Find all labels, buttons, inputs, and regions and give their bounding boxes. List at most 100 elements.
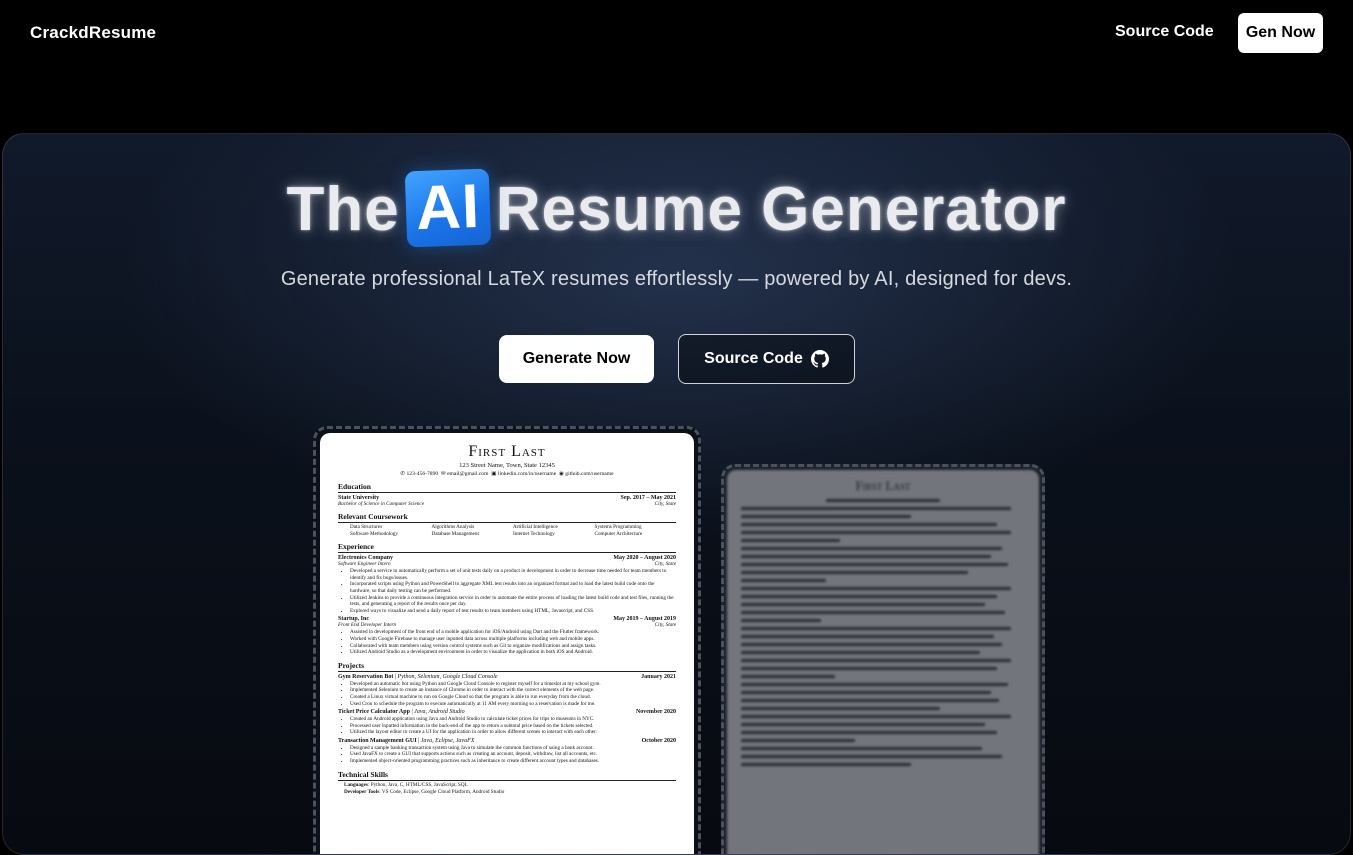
course-item: Systems Programming	[594, 524, 642, 530]
ghost-line	[741, 523, 997, 526]
resume-phone: 123-456-7890	[406, 471, 439, 477]
course-item: Artificial Intelligence	[513, 524, 558, 530]
coursework-grid: Data Structures Algorithms Analysis Arti…	[338, 524, 676, 537]
resume-paper: First Last 123 Street Name, Town, State …	[320, 433, 694, 854]
ghost-line	[741, 675, 835, 678]
bullet: Incorporated scripts using Python and Po…	[350, 581, 676, 594]
job-location: City, State	[654, 561, 676, 568]
ghost-line	[741, 763, 912, 766]
skills-value: Python, Java, C, HTML/CSS, JavaScript, S…	[370, 781, 468, 788]
resume-contact: ✆ 123-456-7890 ✉ email@gmail.com ▣ linke…	[338, 471, 676, 477]
degree: Bachelor of Science in Computer Science	[338, 501, 424, 507]
ghost-line	[741, 515, 912, 518]
ghost-line	[741, 531, 1011, 534]
ghost-line	[741, 747, 983, 750]
course-item: Data Structures	[350, 524, 383, 530]
github-icon	[810, 350, 829, 368]
education-heading: Education	[338, 482, 676, 493]
ghost-line	[741, 619, 821, 622]
bullet: Worked with Google Firebase to manage us…	[350, 636, 676, 643]
project-row: Gym Reservation Bot | Python, Selenium, …	[338, 673, 676, 680]
course-item: Algorithms Analysis	[431, 524, 475, 530]
ghost-line	[741, 627, 1011, 630]
project-date: October 2020	[641, 737, 676, 744]
bullet: Utilized the layout editor to create a U…	[350, 729, 676, 736]
course-item: Internet Technology	[513, 530, 555, 537]
nav-source-code-link[interactable]: Source Code	[1115, 23, 1214, 41]
bullet: Implemented object-oriented programming …	[350, 758, 676, 765]
project-date: January 2021	[641, 673, 676, 680]
project-tech: Java, Android Studio	[414, 709, 465, 716]
job-location: City, State	[654, 622, 676, 629]
resume-linkedin: linkedin.com/in/username	[497, 471, 557, 477]
ghost-line	[741, 539, 841, 542]
education-location: City, State	[654, 501, 676, 507]
github-small-icon: ◉	[559, 471, 564, 477]
hero-panel: The AI Resume Generator Generate professio…	[2, 133, 1351, 855]
resume-email: email@gmail.com	[447, 471, 489, 477]
ghost-line	[741, 603, 986, 606]
job-bullets: Assisted in development of the front end…	[338, 629, 676, 655]
skills-languages: Languages: Python, Java, C, HTML/CSS, Ja…	[344, 781, 468, 788]
project-name: Gym Reservation Bot	[338, 673, 394, 680]
bullet: Collaborated with team members using ver…	[350, 643, 676, 650]
coursework-heading: Relevant Coursework	[338, 512, 676, 523]
nav-gen-now-button[interactable]: Gen Now	[1238, 13, 1323, 53]
skills-tools: Developer Tools: VS Code, Eclipse, Googl…	[344, 789, 505, 796]
ghost-line	[826, 499, 940, 502]
resume-ghost-paper: First Last	[727, 470, 1039, 854]
phone-icon: ✆	[400, 471, 406, 477]
project-row: Transaction Management GUI | Java, Eclip…	[338, 737, 676, 744]
job-sub: Software Engineer Intern City, State	[338, 561, 676, 567]
bullet: Assisted in development of the front end…	[350, 629, 676, 636]
bullet: Utilized Android Studio as a development…	[350, 649, 676, 656]
ghost-line	[741, 563, 1008, 566]
ghost-line	[741, 547, 1003, 550]
resume-address: 123 Street Name, Town, State 12345	[459, 462, 555, 469]
ghost-line	[741, 739, 855, 742]
ghost-line	[741, 707, 940, 710]
ghost-line	[741, 507, 1011, 510]
project-tech: Java, Eclipse, JavaFX	[420, 737, 475, 744]
resume-preview-card: First Last 123 Street Name, Town, State …	[313, 426, 701, 854]
bullet: Used Cron to schedule the program to exe…	[350, 701, 676, 708]
ghost-line	[741, 715, 1011, 718]
resume-preview-ghost: First Last	[721, 464, 1045, 854]
resume-github: github.com/username	[565, 471, 614, 477]
ghost-line	[741, 659, 1011, 662]
ghost-line	[741, 587, 1011, 590]
linkedin-icon: ▣	[491, 471, 497, 477]
ghost-line	[741, 667, 997, 670]
ghost-line	[741, 635, 994, 638]
project-tech: Python, Selenium, Google Cloud Console	[397, 673, 498, 680]
bullet: Created a Linux virtual machine to run o…	[350, 694, 676, 701]
ghost-line	[741, 691, 991, 694]
project-bullets: Created an Android application using Jav…	[338, 716, 676, 736]
hero-title-suffix: Resume Generator	[495, 175, 1067, 244]
bullet: Implemented Selenium to create an instan…	[350, 687, 676, 694]
skills-label: Developer Tools	[344, 789, 380, 796]
bullet: Developed a service to automatically per…	[350, 568, 676, 581]
ghost-line	[741, 731, 997, 734]
ghost-line	[741, 723, 986, 726]
ghost-line	[741, 571, 969, 574]
experience-heading: Experience	[338, 542, 676, 554]
project-name: Ticket Price Calculator App	[338, 709, 410, 716]
brand-logo[interactable]: CrackdResume	[30, 23, 156, 43]
course-item: Database Management	[431, 530, 479, 537]
project-name: Transaction Management GUI	[338, 737, 417, 744]
ghost-line	[741, 643, 1003, 646]
job-role: Front End Developer Intern	[338, 622, 397, 629]
job-sub: Front End Developer Intern City, State	[338, 622, 676, 628]
course-item: Software Methodology	[350, 530, 398, 537]
ghost-line	[741, 699, 1000, 702]
source-code-button[interactable]: Source Code	[678, 334, 855, 384]
bullet: Explored ways to visualize and send a da…	[350, 608, 676, 615]
bullet: Utilized Jenkins to provide a continuous…	[350, 595, 676, 608]
source-code-button-label: Source Code	[704, 350, 803, 367]
hero-title-prefix: The	[286, 175, 400, 244]
skills-heading: Technical Skills	[338, 770, 676, 781]
project-bullets: Developed an automatic bot using Python …	[338, 681, 676, 707]
project-bullets: Designed a sample banking transaction sy…	[338, 745, 676, 765]
generate-now-button[interactable]: Generate Now	[499, 335, 654, 383]
